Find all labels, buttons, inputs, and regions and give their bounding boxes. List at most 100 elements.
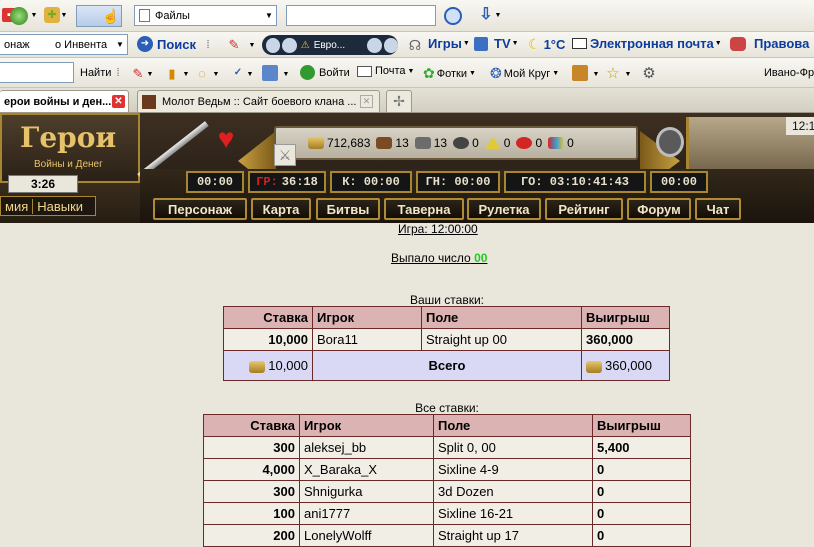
toolbar-row-3: Найти ⁞ ✎ ▼ ▮ ▼ ◌ ▼ ✓ ▼ ▼ Войти Почта ▼ …	[0, 58, 814, 88]
envelope-icon	[357, 65, 372, 77]
left-links: мия Навыки	[0, 196, 96, 216]
chevron-down-icon[interactable]: ▼	[60, 10, 68, 20]
gear-icon[interactable]: ⚙	[640, 64, 658, 82]
file-icon	[139, 9, 150, 22]
hand-icon: ☝	[102, 8, 120, 24]
find-input[interactable]	[0, 62, 74, 83]
search-icon[interactable]	[444, 7, 462, 25]
chevron-down-icon[interactable]: ▼	[246, 69, 254, 79]
gold-icon	[308, 137, 324, 149]
total-row: 10,000 Всего 360,000	[223, 350, 670, 381]
chevron-down-icon: ▼	[462, 40, 470, 47]
tab-bar: ерои войны и ден... ✕ Молот Ведьм :: Сай…	[0, 88, 814, 113]
puzzle-icon[interactable]	[572, 65, 588, 81]
login-link[interactable]: Войти	[300, 65, 350, 80]
level-timer: 3:26	[8, 175, 78, 193]
nav-map[interactable]: Карта	[251, 198, 311, 220]
ring-icon	[656, 127, 684, 157]
pencil-icon[interactable]: ✎	[226, 36, 242, 52]
result-number: 00	[474, 251, 488, 265]
mercury-icon	[453, 137, 470, 149]
timer-6: 00:00	[650, 171, 708, 193]
chevron-down-icon[interactable]: ▼	[282, 69, 290, 79]
nav-character[interactable]: Персонаж	[153, 198, 247, 220]
separator-icon: ⁞	[116, 66, 120, 79]
pen-icon[interactable]: ✎	[130, 65, 146, 81]
nav-rating[interactable]: Рейтинг	[545, 198, 623, 220]
nav-battles[interactable]: Битвы	[316, 198, 380, 220]
game-time-link[interactable]: Игра: 12:00:00	[398, 222, 478, 236]
star-icon[interactable]: ☆	[604, 64, 622, 82]
table-row: 100 ani1777 Sixline 16-21 0	[203, 502, 691, 525]
mail-link[interactable]: Электронная почта ▼	[572, 36, 722, 51]
play-icon[interactable]	[282, 37, 297, 53]
region-label: Ивано-Фр	[764, 67, 814, 79]
site-favicon	[142, 94, 156, 109]
sulfur-icon	[484, 137, 501, 149]
mail-button[interactable]: Почта ▼	[357, 65, 414, 77]
gold-icon	[249, 360, 266, 373]
table-row: 4,000 X_Baraka_X Sixline 4-9 0	[203, 458, 691, 481]
nav-forum[interactable]: Форум	[627, 198, 691, 220]
chevron-down-icon[interactable]: ▼	[248, 40, 256, 50]
new-tab-button[interactable]: ✢	[386, 90, 412, 112]
crystal-icon	[516, 137, 533, 149]
globe-icon[interactable]	[10, 7, 28, 25]
tab-heroes[interactable]: ерои войны и ден... ✕	[0, 90, 129, 112]
table-row: 10,000 Bora11 Straight up 00 360,000	[223, 328, 670, 351]
chevron-down-icon[interactable]: ▼	[592, 69, 600, 79]
chevron-down-icon: ▼	[552, 70, 560, 77]
moon-icon: ☾	[528, 36, 541, 52]
table-header-row: Ставка Игрок Поле Выигрыш	[203, 414, 691, 437]
chevron-down-icon[interactable]: ▼	[212, 69, 220, 79]
weather-widget[interactable]: ☾ 1°C	[528, 36, 565, 53]
chevron-down-icon: ▼	[116, 39, 124, 49]
tab-witch-hammer[interactable]: Молот Ведьм :: Сайт боевого клана ... ✕	[137, 90, 380, 112]
spellcheck-icon[interactable]: ✓	[230, 65, 246, 81]
flower-icon: ✿	[423, 65, 435, 81]
close-icon[interactable]: ✕	[112, 95, 125, 108]
previous-icon[interactable]	[266, 37, 281, 53]
chat-icon[interactable]: ◌	[194, 65, 210, 81]
mycircle-button[interactable]: ❂ Мой Круг ▼	[490, 65, 559, 82]
photos-button[interactable]: ✿ Фотки ▼	[423, 65, 476, 82]
link-academy[interactable]: мия	[1, 199, 32, 214]
resources-panel: 712,683 13 13 0 0 0 0	[274, 126, 638, 160]
find-button[interactable]: Найти	[80, 67, 111, 79]
download-icon[interactable]: ⇩	[478, 6, 494, 24]
hand-button[interactable]: ☝	[76, 5, 122, 27]
chevron-down-icon[interactable]: ▼	[624, 69, 632, 79]
table-row: 200 LonelyWolff Straight up 17 0	[203, 524, 691, 547]
timer-gn: ГН: 00:00	[416, 171, 500, 193]
law-icon	[730, 36, 746, 51]
law-link[interactable]: Правова	[730, 36, 809, 51]
chevron-down-icon[interactable]: ▼	[494, 10, 502, 20]
files-combo[interactable]: Файлы ▼	[134, 5, 277, 26]
link-skills[interactable]: Навыки	[32, 198, 87, 214]
search-link[interactable]: ➜ Поиск	[137, 36, 196, 52]
nav-chat[interactable]: Чат	[695, 198, 741, 220]
translate-icon[interactable]	[262, 65, 278, 81]
ore-icon	[414, 137, 431, 149]
volume-icon[interactable]	[367, 37, 382, 53]
wood-icon	[376, 137, 393, 149]
signal-icon[interactable]: ▮	[164, 65, 180, 81]
nav-tavern[interactable]: Таверна	[384, 198, 464, 220]
tv-link[interactable]: TV ▼	[474, 36, 519, 51]
next-icon[interactable]	[383, 37, 398, 53]
chevron-down-icon[interactable]: ▼	[182, 69, 190, 79]
circle-people-icon: ❂	[490, 65, 502, 81]
close-icon[interactable]: ✕	[360, 95, 373, 108]
chevron-down-icon[interactable]: ▼	[146, 69, 154, 79]
battle-icon[interactable]: ⚔	[274, 144, 296, 166]
all-bets-caption: Все ставки:	[415, 401, 479, 415]
tools-icon[interactable]: ✚	[44, 7, 60, 23]
result-line[interactable]: Выпало число 00	[391, 251, 487, 265]
chevron-down-icon[interactable]: ▼	[30, 10, 38, 20]
heart-icon: ♥	[217, 123, 235, 154]
search-input[interactable]	[286, 5, 436, 26]
nav-roulette[interactable]: Рулетка	[467, 198, 541, 220]
games-link[interactable]: Игры ▼	[410, 36, 470, 51]
account-combo[interactable]: онаж о Инвента ▼	[0, 34, 128, 55]
toolbar-row-2: онаж о Инвента ▼ ➜ Поиск ⁞ ✎ ▼ ⚠ Евро...…	[0, 32, 814, 58]
